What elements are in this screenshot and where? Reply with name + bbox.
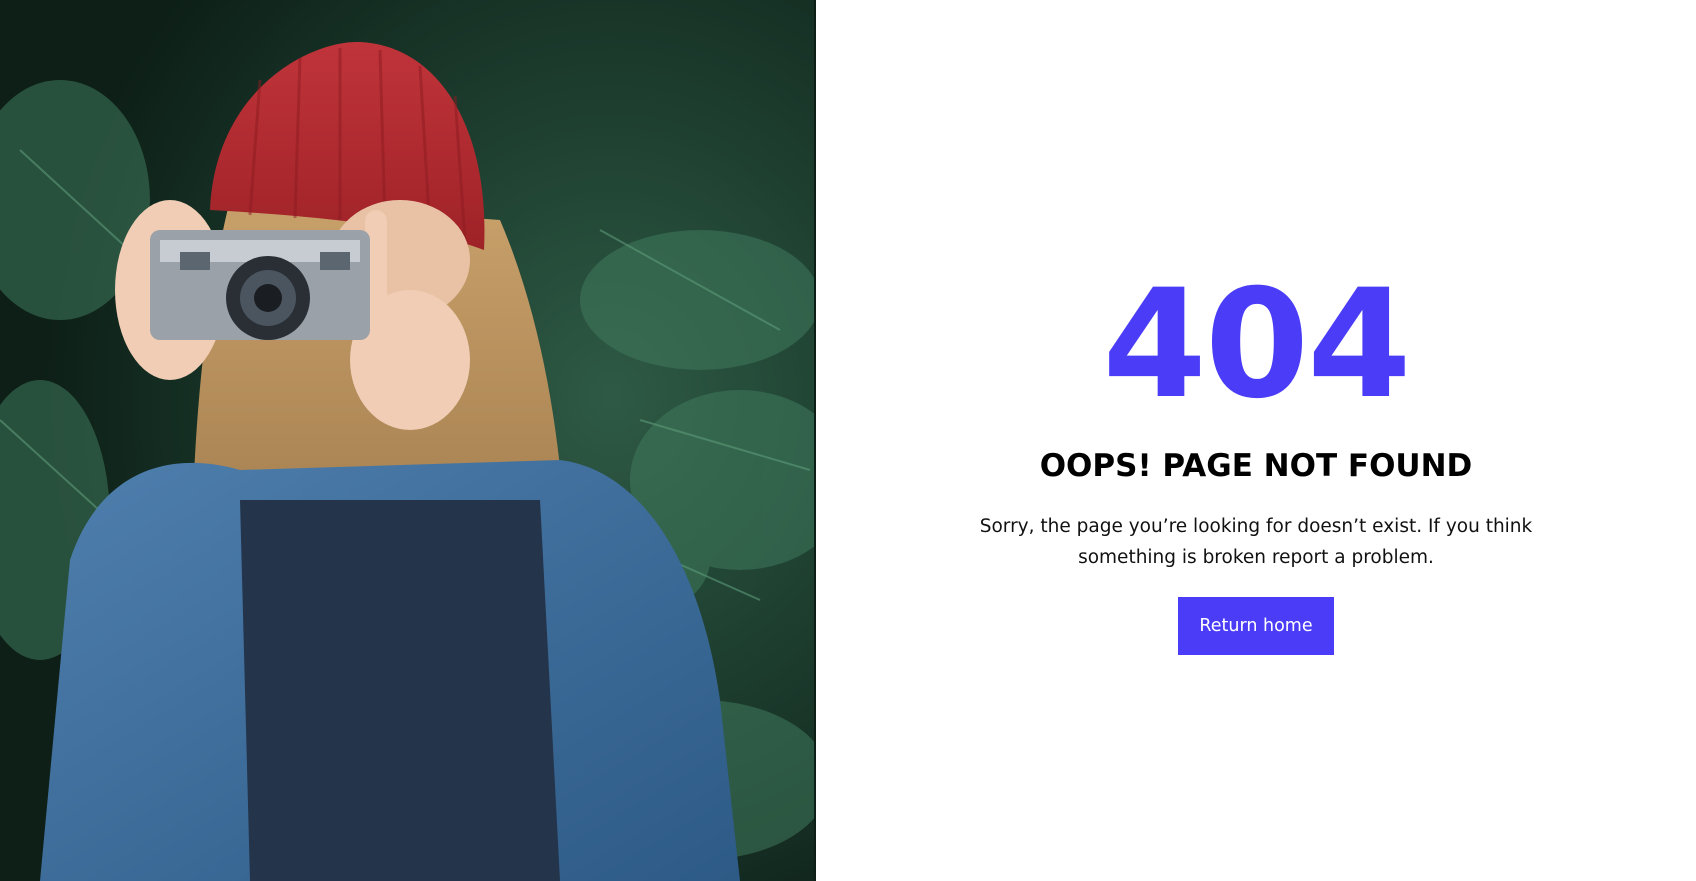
error-message: Sorry, the page you’re looking for doesn…: [979, 516, 1533, 569]
hero-photo: [0, 0, 816, 881]
not-found-page: 404 OOPS! PAGE NOT FOUND Sorry, the page…: [0, 0, 1696, 881]
error-content: 404 OOPS! PAGE NOT FOUND Sorry, the page…: [816, 0, 1696, 881]
photographer-illustration: [0, 0, 816, 881]
error-title: OOPS! PAGE NOT FOUND: [1039, 448, 1473, 484]
return-home-button[interactable]: Return home: [1178, 597, 1334, 656]
error-code: 404: [1102, 258, 1411, 432]
error-content-inner: 404 OOPS! PAGE NOT FOUND Sorry, the page…: [816, 258, 1696, 656]
